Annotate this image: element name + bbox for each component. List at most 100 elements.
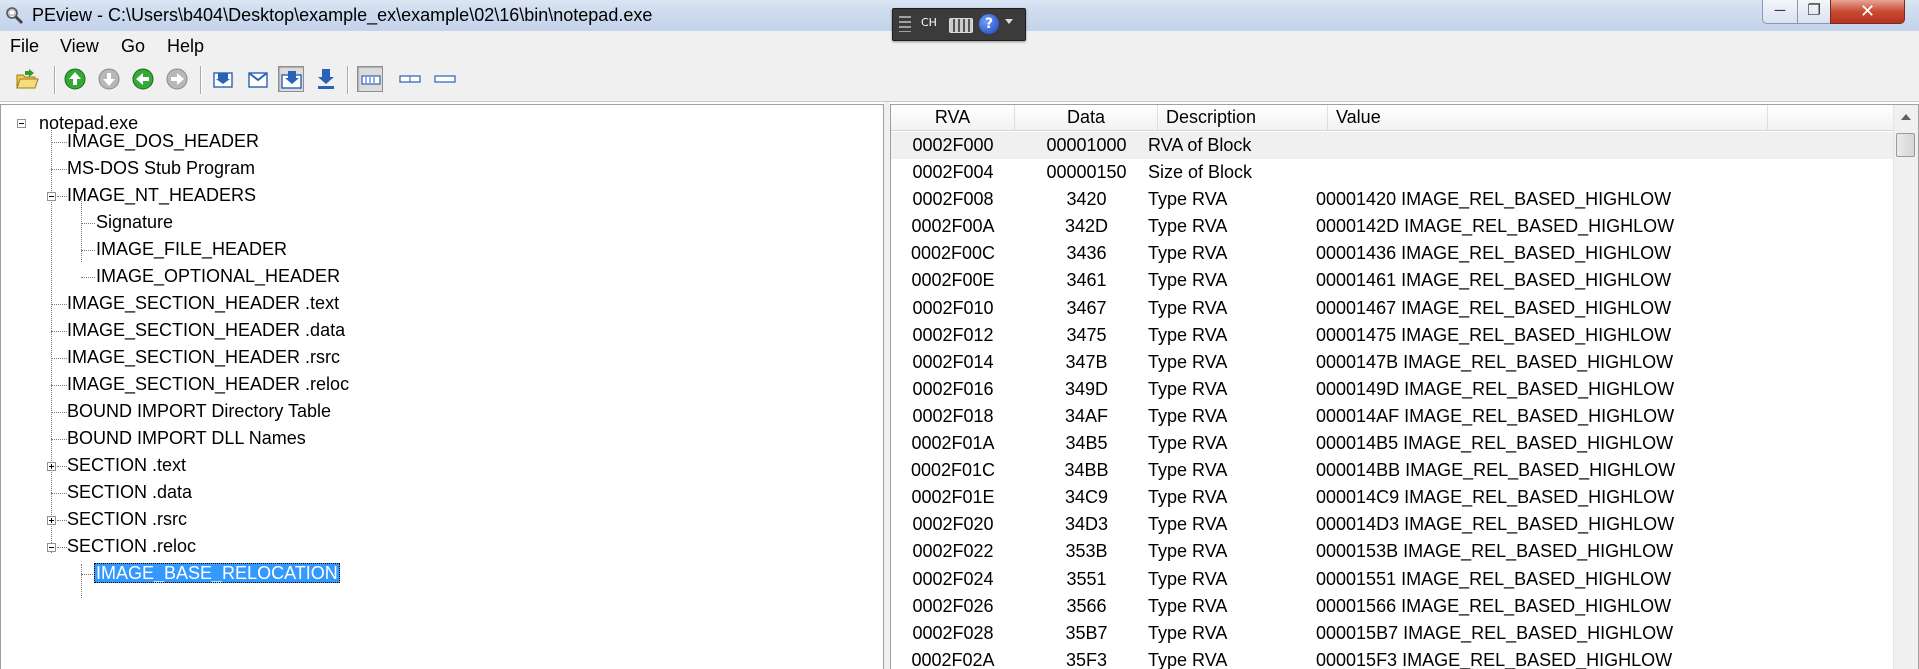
go-down-button[interactable] [96,66,122,92]
tree-item-section-header-reloc[interactable]: IMAGE_SECTION_HEADER .reloc [65,371,351,398]
table-row[interactable]: 0002F024 3551 Type RVA 00001551 IMAGE_REL_B… [891,566,1896,593]
table-row[interactable]: 0002F016 349D Type RVA 0000149D IMAGE_REL_B… [891,376,1896,403]
view-details-button[interactable] [357,66,383,92]
detail-list-view[interactable]: RVA Data Description Value 0002F000 00001… [890,104,1919,669]
cell-data: 3436 [1066,243,1107,264]
table-row[interactable]: 0002F000 00001000 RVA of Block [891,132,1896,160]
language-indicator[interactable]: CH [921,16,937,29]
tree-item-section-header-text[interactable]: IMAGE_SECTION_HEADER .text [65,290,341,317]
tree-item-section-header-data[interactable]: IMAGE_SECTION_HEADER .data [65,317,347,344]
column-header-rva[interactable]: RVA [891,105,1015,130]
view-word-button[interactable] [245,66,271,92]
cell-description: Type RVA [1148,297,1228,318]
view-list-button[interactable] [397,66,423,92]
go-back-button[interactable] [130,66,156,92]
table-row[interactable]: 0002F018 34AF Type RVA 000014AF IMAGE_REL_B… [891,403,1896,430]
help-icon[interactable]: ? [979,14,999,34]
column-header-description[interactable]: Description [1158,105,1328,130]
chevron-down-icon[interactable] [1005,19,1013,24]
menu-view[interactable]: View [60,36,99,56]
table-row[interactable]: 0002F008 3420 Type RVA 00001420 IMAGE_REL_B… [891,186,1896,213]
table-row[interactable]: 0002F00E 3461 Type RVA 00001461 IMAGE_REL_B… [891,267,1896,294]
tree-item-image-base-relocation[interactable]: IMAGE_BASE_RELOCATION [94,560,340,587]
table-row[interactable]: 0002F00A 342D Type RVA 0000142D IMAGE_REL_B… [891,213,1896,240]
cell-data: 353B [1065,541,1108,562]
table-row[interactable]: 0002F022 353B Type RVA 0000153B IMAGE_REL_B… [891,538,1896,565]
tree-collapse-toggle[interactable] [47,192,56,201]
tree-item-section-rsrc[interactable]: SECTION .rsrc [65,506,189,533]
open-file-button[interactable] [14,66,40,92]
column-header-filler [1768,105,1896,130]
tree-item-section-data[interactable]: SECTION .data [65,479,194,506]
tree-item-ms-dos-stub[interactable]: MS-DOS Stub Program [65,155,257,182]
scroll-up-icon[interactable] [1894,105,1918,129]
table-row[interactable]: 0002F00C 3436 Type RVA 00001436 IMAGE_REL_B… [891,240,1896,267]
column-header-value[interactable]: Value [1328,105,1768,130]
table-row[interactable]: 0002F010 3467 Type RVA 00001467 IMAGE_REL_B… [891,295,1896,322]
tree-item-bound-import-dll-names[interactable]: BOUND IMPORT DLL Names [65,425,308,452]
maximize-button[interactable]: ❐ [1797,0,1831,24]
table-row[interactable]: 0002F012 3475 Type RVA 00001475 IMAGE_REL_B… [891,322,1896,349]
menu-go[interactable]: Go [121,36,145,56]
tree-item-image-dos-header[interactable]: IMAGE_DOS_HEADER [65,128,261,155]
go-back-icon [132,68,154,90]
tree-item-signature[interactable]: Signature [94,209,175,236]
cell-data: 347B [1065,351,1108,372]
keyboard-icon[interactable] [949,18,973,33]
table-row[interactable]: 0002F01C 34BB Type RVA 000014BB IMAGE_REL_B… [891,457,1896,484]
tree-item-section-reloc[interactable]: SECTION .reloc [65,533,198,560]
structure-tree[interactable]: notepad.exe IMAGE_DOS_HEADER MS-DOS Stub… [0,104,884,669]
tree-item-label: BOUND IMPORT Directory Table [67,401,332,421]
cell-description: Type RVA [1148,649,1228,669]
tree-item-image-optional-header[interactable]: IMAGE_OPTIONAL_HEADER [94,263,342,290]
table-row[interactable]: 0002F014 347B Type RVA 0000147B IMAGE_REL_B… [891,349,1896,376]
tree-expand-toggle[interactable] [47,516,56,525]
cell-description: Type RVA [1148,487,1228,508]
table-row[interactable]: 0002F026 3566 Type RVA 00001566 IMAGE_REL_B… [891,593,1896,620]
tree-item-image-nt-headers[interactable]: IMAGE_NT_HEADERS [65,182,258,209]
cell-rva: 0002F01A [911,433,995,454]
cell-data: 349D [1064,378,1109,399]
cell-description: Type RVA [1148,541,1228,562]
table-row[interactable]: 0002F01A 34B5 Type RVA 000014B5 IMAGE_REL_B… [891,430,1896,457]
tree-connector [81,223,95,224]
cell-data: 00000150 [1046,162,1127,183]
tree-item-section-text[interactable]: SECTION .text [65,452,188,479]
tree-collapse-toggle[interactable] [47,543,56,552]
cell-value: 000014BB IMAGE_REL_BASED_HIGHLOW [1316,460,1676,481]
go-up-button[interactable] [62,66,88,92]
grip-icon[interactable] [899,16,911,32]
minimize-button[interactable]: ─ [1762,0,1798,24]
view-byte-button[interactable] [210,66,236,92]
tree-expand-toggle[interactable] [47,462,56,471]
menu-file[interactable]: File [10,36,39,56]
tree-collapse-toggle[interactable] [17,119,26,128]
scroll-thumb[interactable] [1896,133,1915,157]
table-row[interactable]: 0002F020 34D3 Type RVA 000014D3 IMAGE_REL_B… [891,511,1896,538]
vertical-scrollbar[interactable] [1893,105,1918,669]
view-minimal-button[interactable] [432,66,458,92]
go-forward-button[interactable] [164,66,190,92]
view-dword-button[interactable] [278,66,304,92]
cell-description: Type RVA [1148,189,1228,210]
column-header-data[interactable]: Data [1015,105,1158,130]
tree-item-bound-import-directory[interactable]: BOUND IMPORT Directory Table [65,398,333,425]
cell-data: 3551 [1066,568,1107,589]
table-row[interactable]: 0002F004 00000150 Size of Block [891,159,1896,186]
cell-rva: 0002F000 [912,135,994,155]
tree-item-label: SECTION .reloc [67,536,197,556]
table-row[interactable]: 0002F028 35B7 Type RVA 000015B7 IMAGE_REL_B… [891,620,1896,647]
view-qword-button[interactable] [313,66,339,92]
close-button[interactable]: ✕ [1830,0,1905,24]
language-bar[interactable]: CH ? [892,8,1026,41]
menu-help[interactable]: Help [167,36,204,56]
cell-rva: 0002F024 [912,568,994,589]
cell-description: Type RVA [1148,568,1228,589]
table-row[interactable]: 0002F01E 34C9 Type RVA 000014C9 IMAGE_REL_B… [891,484,1896,511]
tree-connector [51,127,52,553]
cell-description: RVA of Block [1148,135,1252,155]
tree-item-image-file-header[interactable]: IMAGE_FILE_HEADER [94,236,289,263]
table-row[interactable]: 0002F02A 35F3 Type RVA 000015F3 IMAGE_REL_B… [891,647,1896,669]
cell-data: 34D3 [1064,514,1109,535]
tree-item-section-header-rsrc[interactable]: IMAGE_SECTION_HEADER .rsrc [65,344,342,371]
